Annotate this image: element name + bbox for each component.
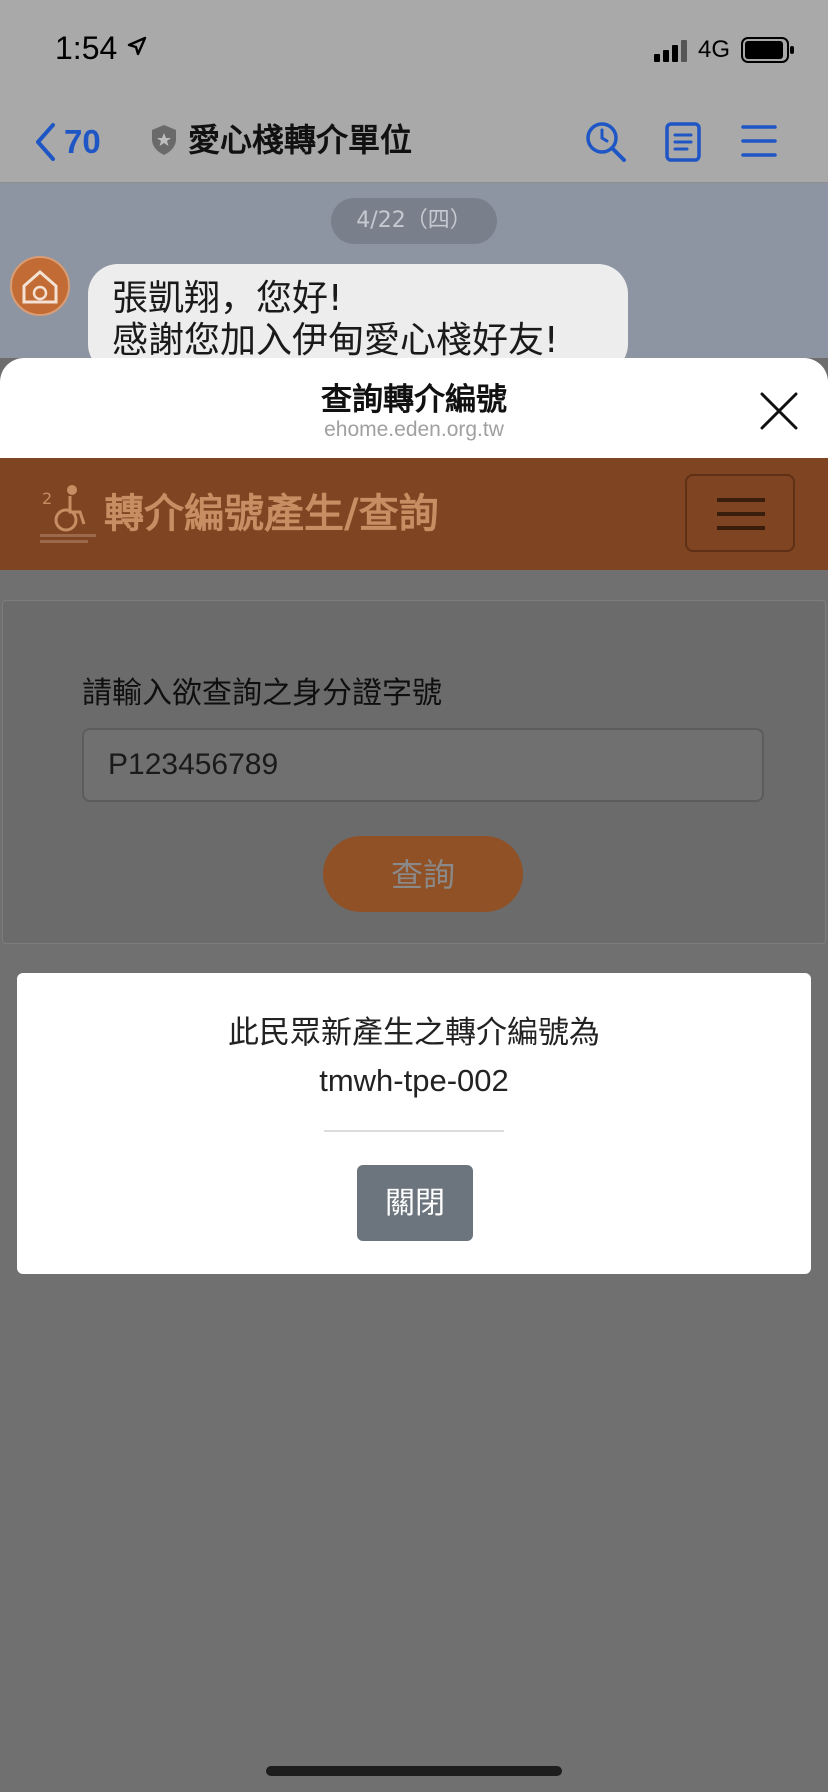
close-button[interactable]: 關閉: [357, 1165, 473, 1241]
chat-header: [0, 100, 828, 183]
id-number-input[interactable]: [82, 728, 764, 802]
id-number-label: 請輸入欲查詢之身分證字號: [82, 676, 442, 711]
status-time: 1:54: [55, 30, 118, 66]
search-icon[interactable]: [584, 120, 628, 164]
shield-icon: [152, 125, 176, 155]
modal-message: 此民眾新產生之轉介編號為: [228, 1015, 600, 1051]
avatar[interactable]: [10, 256, 70, 316]
hamburger-bar: [717, 526, 765, 530]
hamburger-bar: [717, 512, 765, 516]
home-wheelchair-icon: [22, 270, 58, 304]
chevron-left-icon: [36, 123, 55, 161]
battery-icon: [741, 37, 794, 63]
date-separator: 4/22（四）: [331, 198, 497, 244]
panel-url: ehome.eden.org.tw: [324, 418, 504, 441]
notes-icon[interactable]: [665, 122, 701, 162]
webview-panel: 查詢轉介編號 ehome.eden.org.tw 2 轉介編號產生/查詢 請輸入…: [0, 358, 828, 1792]
hamburger-bar: [717, 498, 765, 502]
wheelchair-logo-icon: 2: [40, 485, 96, 543]
result-modal: 此民眾新產生之轉介編號為 tmwh-tpe-002 關閉: [17, 973, 811, 1274]
unread-count: 70: [64, 123, 101, 160]
site-title: 轉介編號產生/查詢: [104, 491, 439, 537]
message-text: 張凱翔，您好! 感謝您加入伊甸愛心棧好友!: [112, 278, 559, 361]
menu-icon[interactable]: [741, 124, 777, 158]
divider: [324, 1130, 504, 1132]
home-indicator[interactable]: [266, 1766, 562, 1776]
cellular-signal-icon: [654, 40, 687, 62]
query-button[interactable]: 查詢: [323, 836, 523, 912]
referral-code: tmwh-tpe-002: [319, 1063, 509, 1098]
back-button[interactable]: 70: [34, 118, 101, 166]
close-icon[interactable]: [758, 390, 800, 432]
panel-title: 查詢轉介編號: [321, 382, 507, 418]
chat-title: 愛心棧轉介單位: [188, 121, 413, 159]
network-type: 4G: [698, 36, 731, 63]
location-arrow-icon: [127, 36, 147, 56]
svg-text:2: 2: [42, 489, 52, 508]
hamburger-menu-button[interactable]: [685, 474, 795, 552]
